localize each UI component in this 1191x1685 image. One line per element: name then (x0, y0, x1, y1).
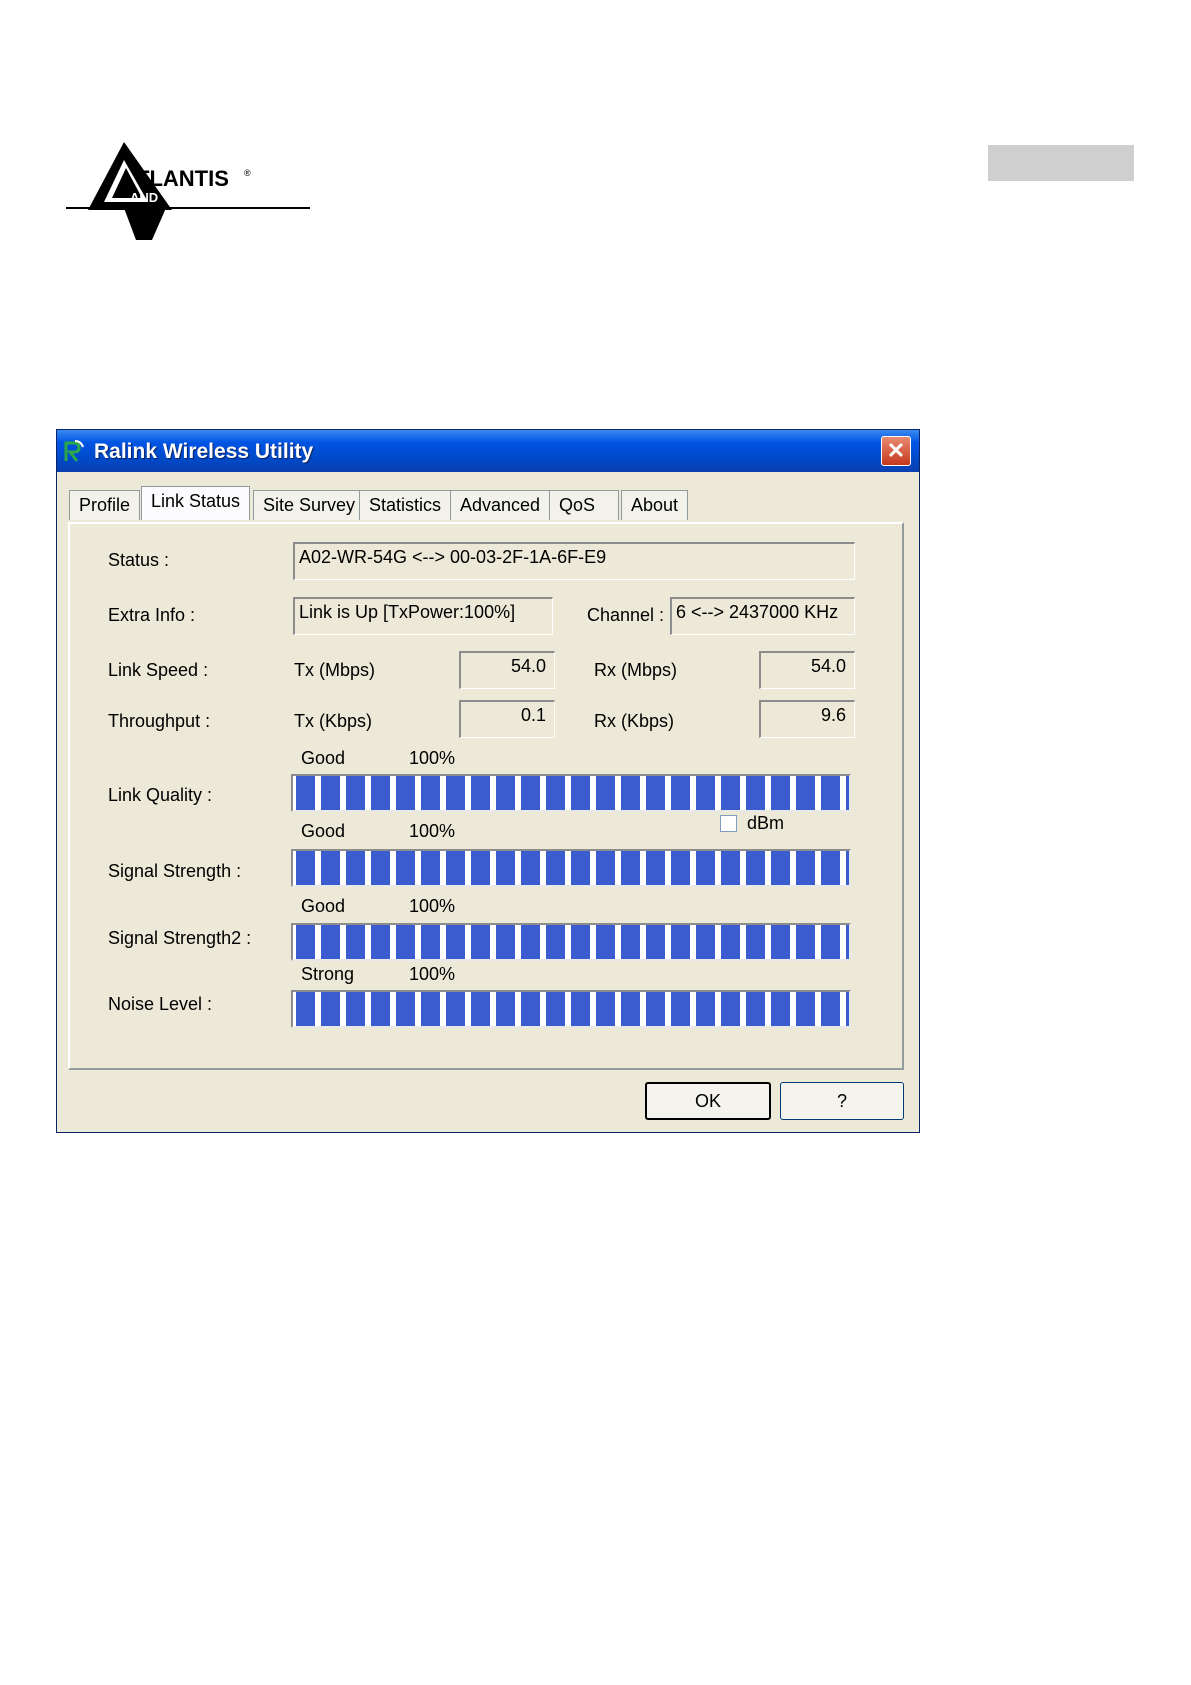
ralink-app-icon (64, 440, 84, 462)
noise-level-label: Noise Level : (108, 994, 213, 1014)
svg-text:TLANTIS: TLANTIS (136, 166, 229, 191)
signal-strength2-rating: Good (301, 896, 346, 916)
signal-strength-percent: 100% (409, 821, 456, 841)
status-label: Status : (108, 550, 170, 570)
close-button[interactable]: ✕ (881, 436, 911, 466)
link-quality-bar-fill (293, 776, 849, 810)
link-speed-tx-field: 54.0 (459, 651, 555, 689)
signal-strength-bar-fill (293, 851, 849, 885)
signal-strength-rating: Good (301, 821, 346, 841)
link-quality-label: Link Quality : (108, 785, 213, 805)
window-title: Ralink Wireless Utility (94, 440, 314, 463)
ok-button[interactable]: OK (645, 1082, 771, 1120)
noise-level-bar-fill (293, 992, 849, 1026)
status-field: A02-WR-54G <--> 00-03-2F-1A-6F-E9 (293, 542, 855, 580)
signal-strength-label: Signal Strength : (108, 861, 242, 881)
header-gray-box (988, 145, 1134, 181)
dbm-checkbox[interactable] (720, 815, 737, 832)
signal-strength2-label: Signal Strength2 : (108, 928, 252, 948)
tab-advanced[interactable]: Advanced (450, 490, 551, 520)
tab-site-survey[interactable]: Site Survey (253, 490, 366, 520)
atlantis-logo: TLANTIS ® AND (66, 142, 310, 240)
help-button[interactable]: ? (780, 1082, 904, 1120)
link-speed-rx-label: Rx (Mbps) (594, 660, 678, 680)
signal-strength2-percent: 100% (409, 896, 456, 916)
tab-about[interactable]: About (621, 490, 689, 520)
link-quality-percent: 100% (409, 748, 456, 768)
ralink-wireless-utility-window: Ralink Wireless Utility ✕ Profile Link S… (56, 429, 920, 1133)
tab-statistics[interactable]: Statistics (359, 490, 452, 520)
signal-strength2-bar (291, 923, 851, 961)
extra-info-field: Link is Up [TxPower:100%] (293, 597, 553, 635)
throughput-tx-label: Tx (Kbps) (294, 711, 373, 731)
link-quality-bar (291, 774, 851, 812)
title-bar[interactable]: Ralink Wireless Utility ✕ (57, 430, 919, 472)
throughput-rx-label: Rx (Kbps) (594, 711, 675, 731)
channel-field: 6 <--> 2437000 KHz (670, 597, 855, 635)
link-speed-tx-label: Tx (Mbps) (294, 660, 375, 680)
link-speed-label: Link Speed : (108, 660, 209, 680)
noise-level-rating: Strong (301, 964, 355, 984)
link-status-panel: Status : A02-WR-54G <--> 00-03-2F-1A-6F-… (68, 522, 904, 1070)
signal-strength2-bar-fill (293, 925, 849, 959)
tab-qos[interactable]: QoS (549, 490, 619, 520)
throughput-tx-field: 0.1 (459, 700, 555, 738)
tab-profile[interactable]: Profile (69, 490, 141, 520)
link-speed-rx-field: 54.0 (759, 651, 855, 689)
signal-strength-bar (291, 849, 851, 887)
svg-text:®: ® (244, 168, 251, 178)
throughput-label: Throughput : (108, 711, 211, 731)
noise-level-percent: 100% (409, 964, 456, 984)
noise-level-bar (291, 990, 851, 1028)
link-quality-rating: Good (301, 748, 346, 768)
svg-text:AND: AND (130, 190, 158, 205)
extra-info-label: Extra Info : (108, 605, 196, 625)
tab-link-status[interactable]: Link Status (141, 486, 251, 520)
dbm-label: dBm (747, 813, 785, 833)
channel-label: Channel : (587, 605, 665, 625)
throughput-rx-field: 9.6 (759, 700, 855, 738)
